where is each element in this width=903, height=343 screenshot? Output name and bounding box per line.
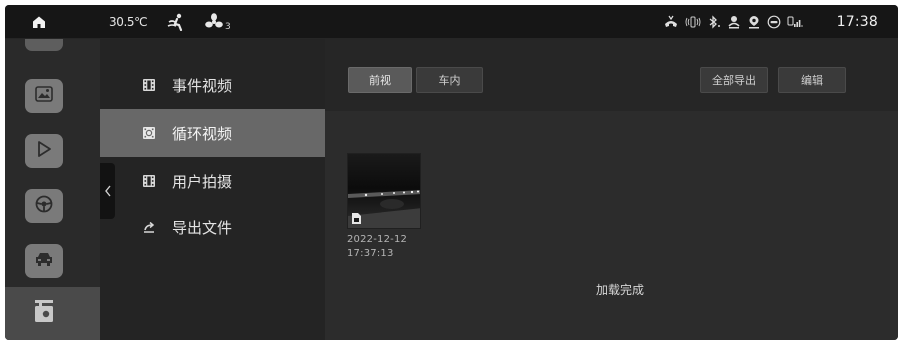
video-time: 17:37:13: [347, 248, 394, 259]
menu-item-loop-videos[interactable]: 循环视频: [100, 109, 325, 157]
menu-item-exported-files[interactable]: 导出文件: [100, 203, 325, 251]
collapse-menu-handle[interactable]: [100, 163, 115, 219]
export-all-button[interactable]: 全部导出: [700, 67, 768, 93]
loading-status-text: 加载完成: [595, 283, 644, 297]
status-bar: 30.5℃ 3 17:38: [5, 5, 898, 39]
status-icons-group: 17:38: [663, 5, 878, 39]
temperature-readout[interactable]: 30.5℃: [109, 5, 148, 39]
video-thumbnail[interactable]: [347, 153, 421, 229]
menu-item-user-captures[interactable]: 用户拍摄: [100, 157, 325, 205]
signal-icon: [787, 15, 805, 29]
air-direction-icon[interactable]: [167, 5, 189, 39]
menu-item-label: 导出文件: [172, 218, 233, 237]
dashcam-icon: [34, 299, 54, 327]
film-icon: [142, 77, 156, 91]
location-icon: [747, 15, 761, 29]
menu-item-label: 循环视频: [172, 124, 233, 143]
menu-item-label: 事件视频: [172, 76, 233, 95]
loop-film-icon: [142, 125, 156, 139]
dashcam-app-screen: 30.5℃ 3 17:38 事件视频 循环视频 用户拍摄 导出文件 前视 车内 …: [5, 5, 898, 340]
eco-icon: [767, 15, 781, 29]
dock-vehicle-button[interactable]: [25, 244, 63, 278]
video-date: 2022-12-12: [347, 234, 408, 245]
video-list-panel: 前视 车内 全部导出 编辑 2022-12-12 17:37:13 加载完成: [325, 39, 898, 340]
driver-icon: [727, 15, 741, 29]
film-icon: [142, 173, 156, 187]
share-icon: [142, 219, 156, 233]
home-icon[interactable]: [31, 5, 47, 39]
tab-front-view[interactable]: 前视: [348, 67, 412, 93]
dock-driving-button[interactable]: [25, 189, 63, 223]
menu-item-label: 用户拍摄: [172, 172, 233, 191]
clock: 17:38: [836, 14, 878, 30]
dock-scroll-stub: [25, 39, 63, 51]
play-icon: [36, 140, 52, 162]
app-dock: [5, 39, 100, 340]
dock-dashcam-button[interactable]: [5, 287, 100, 340]
video-item[interactable]: 2022-12-12 17:37:13: [347, 153, 423, 259]
menu-item-event-videos[interactable]: 事件视频: [100, 61, 325, 109]
edit-button[interactable]: 编辑: [778, 67, 846, 93]
image-icon: [35, 86, 53, 106]
vibrate-icon: [685, 15, 701, 29]
tab-in-car[interactable]: 车内: [416, 67, 483, 93]
dock-media-button[interactable]: [25, 134, 63, 168]
steering-wheel-icon: [35, 195, 53, 217]
chevron-left-icon: [104, 182, 112, 201]
category-menu: 事件视频 循环视频 用户拍摄 导出文件: [100, 39, 325, 340]
dock-gallery-button[interactable]: [25, 79, 63, 113]
video-file-icon: [351, 210, 362, 228]
toolbar: 前视 车内 全部导出 编辑: [325, 39, 898, 111]
bluetooth-icon: [707, 15, 721, 29]
fan-icon[interactable]: [205, 5, 223, 39]
car-icon: [34, 251, 54, 271]
phone-icon: [663, 15, 679, 29]
